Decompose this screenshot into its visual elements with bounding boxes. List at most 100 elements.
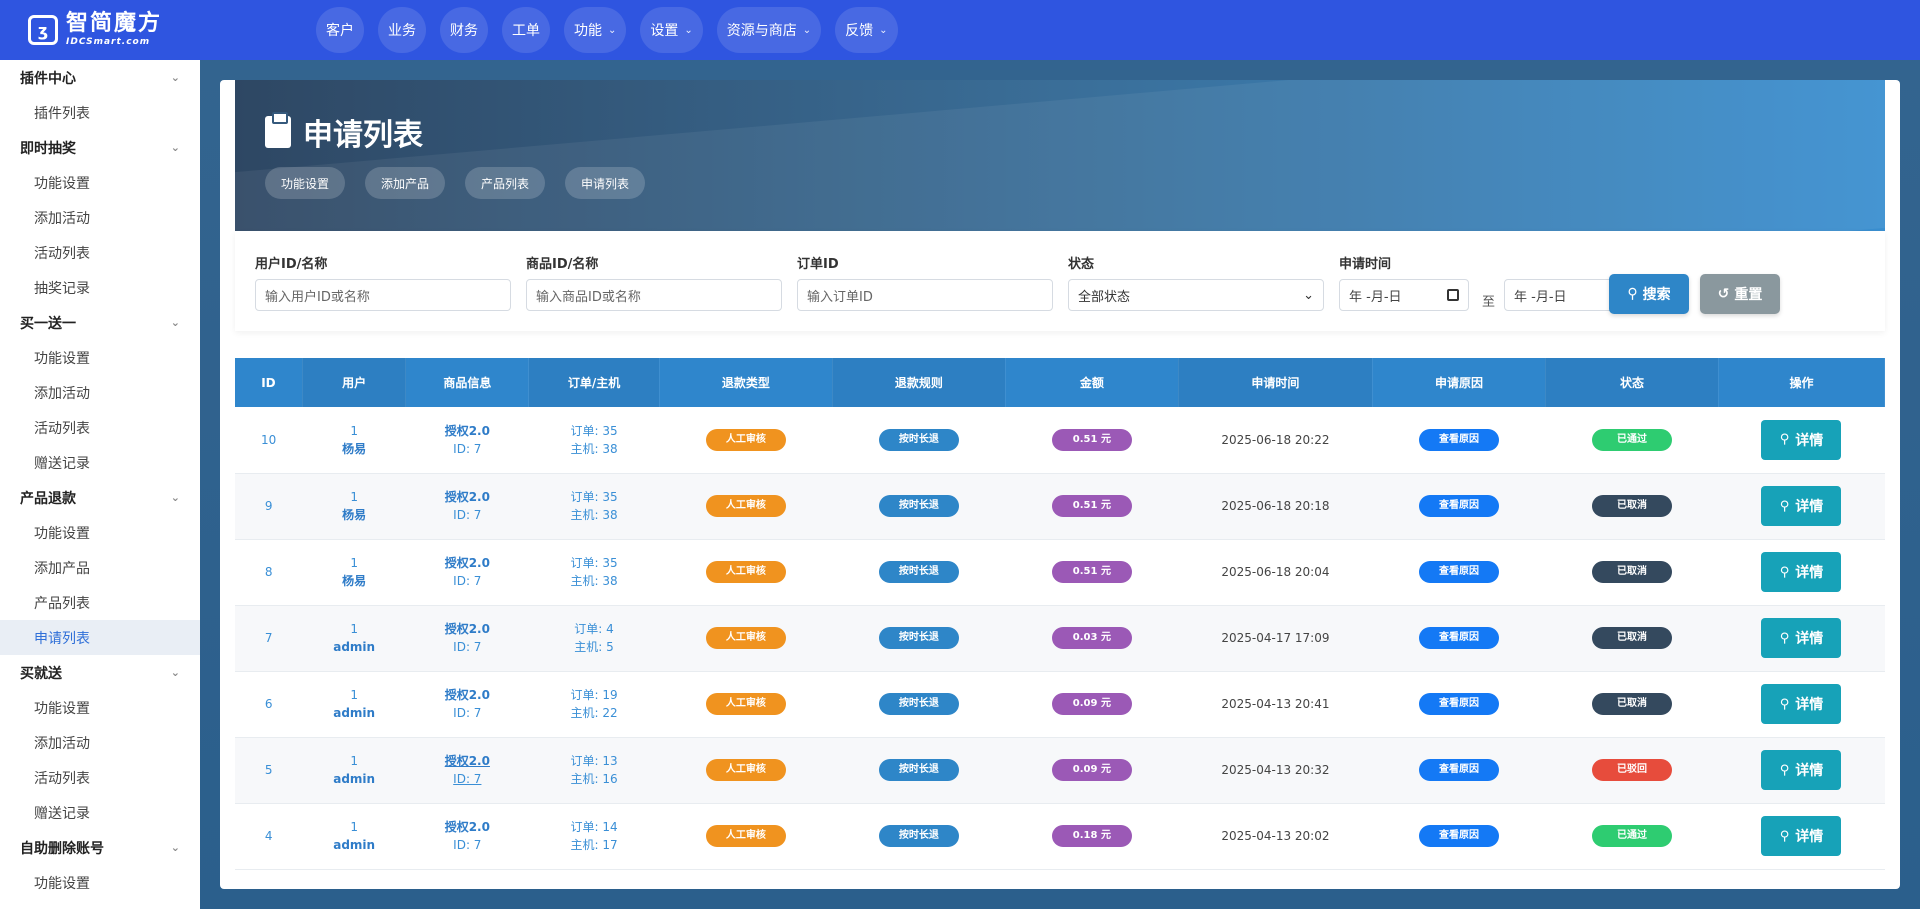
product-id-link[interactable]: ID: 7 <box>406 572 529 590</box>
view-reason-button[interactable]: 查看原因 <box>1418 759 1499 781</box>
sidebar-item[interactable]: 产品列表 <box>0 585 200 620</box>
detail-button[interactable]: ⚲ 详情 <box>1761 750 1842 790</box>
detail-button[interactable]: ⚲ 详情 <box>1761 618 1842 658</box>
product-id-link[interactable]: ID: 7 <box>406 704 529 722</box>
page-tab[interactable]: 功能设置 <box>265 167 346 199</box>
sidebar-group[interactable]: 自助删除账号 ⌄ <box>0 830 200 865</box>
user-search-input[interactable]: 输入用户ID或名称 <box>255 279 511 311</box>
page-tab[interactable]: 添加产品 <box>365 167 446 199</box>
product-id-link[interactable]: ID: 7 <box>406 638 529 656</box>
sidebar-group[interactable]: 插件中心 ⌄ <box>0 60 200 95</box>
sidebar-item[interactable]: 活动列表 <box>0 760 200 795</box>
user-name-link[interactable]: 杨易 <box>302 572 406 590</box>
user-id-link[interactable]: 1 <box>302 488 406 506</box>
sidebar-item[interactable]: 功能设置 <box>0 165 200 200</box>
host-link[interactable]: 主机: 16 <box>529 770 660 788</box>
start-date-input[interactable]: 年 -月-日 <box>1339 279 1469 311</box>
sidebar-group[interactable]: 即时抽奖 ⌄ <box>0 130 200 165</box>
order-search-input[interactable]: 输入订单ID <box>797 279 1053 311</box>
sidebar-group[interactable]: 买就送 ⌄ <box>0 655 200 690</box>
product-id-link[interactable]: ID: 7 <box>406 440 529 458</box>
product-name-link[interactable]: 授权2.0 <box>406 620 529 638</box>
detail-button[interactable]: ⚲ 详情 <box>1761 419 1842 460</box>
user-id-link[interactable]: 1 <box>302 620 406 638</box>
host-link[interactable]: 主机: 22 <box>529 704 660 722</box>
sidebar-item[interactable]: 活动列表 <box>0 235 200 270</box>
product-name-link[interactable]: 授权2.0 <box>406 686 529 704</box>
sidebar-item[interactable]: 添加产品 <box>0 550 200 585</box>
order-link[interactable]: 订单: 35 <box>529 554 660 572</box>
nav-item-6[interactable]: 资源与商店 ⌄ <box>716 7 822 53</box>
sidebar-group[interactable]: 产品退款 ⌄ <box>0 480 200 515</box>
page-tab[interactable]: 申请列表 <box>565 167 646 199</box>
nav-item-2[interactable]: 财务 <box>440 7 488 53</box>
product-search-input[interactable]: 输入商品ID或名称 <box>526 279 782 311</box>
user-id-link[interactable]: 1 <box>302 752 406 770</box>
product-name-link[interactable]: 授权2.0 <box>406 554 529 572</box>
nav-item-5[interactable]: 设置 ⌄ <box>640 7 703 53</box>
product-id-link[interactable]: ID: 7 <box>406 770 529 788</box>
product-name-link[interactable]: 授权2.0 <box>406 422 529 440</box>
reset-button[interactable]: ↺ 重置 <box>1700 274 1780 314</box>
sidebar-item[interactable]: 申请列表 <box>0 620 200 655</box>
product-name-link[interactable]: 授权2.0 <box>406 488 529 506</box>
sidebar-group[interactable]: 买一送一 ⌄ <box>0 305 200 340</box>
search-button[interactable]: ⚲ 搜索 <box>1609 274 1689 314</box>
user-id-link[interactable]: 1 <box>302 686 406 704</box>
sidebar-item[interactable]: 添加活动 <box>0 725 200 760</box>
sidebar-item[interactable]: 功能设置 <box>0 865 200 900</box>
nav-item-0[interactable]: 客户 <box>316 7 364 53</box>
product-id-link[interactable]: ID: 7 <box>406 506 529 524</box>
sidebar-item[interactable]: 添加活动 <box>0 200 200 235</box>
user-name-link[interactable]: admin <box>302 770 406 788</box>
host-link[interactable]: 主机: 17 <box>529 836 660 854</box>
status-select[interactable]: 全部状态 ⌄ <box>1068 279 1324 311</box>
order-link[interactable]: 订单: 35 <box>529 422 660 440</box>
host-link[interactable]: 主机: 38 <box>529 506 660 524</box>
sidebar-item[interactable]: 添加活动 <box>0 375 200 410</box>
view-reason-button[interactable]: 查看原因 <box>1418 428 1499 451</box>
order-link[interactable]: 订单: 19 <box>529 686 660 704</box>
user-id-link[interactable]: 1 <box>302 818 406 836</box>
order-link[interactable]: 订单: 4 <box>529 620 660 638</box>
page-tab[interactable]: 产品列表 <box>465 167 546 199</box>
view-reason-button[interactable]: 查看原因 <box>1418 561 1499 583</box>
sidebar-item[interactable]: 功能设置 <box>0 340 200 375</box>
detail-button[interactable]: ⚲ 详情 <box>1761 552 1842 592</box>
sidebar-item[interactable]: 活动列表 <box>0 410 200 445</box>
user-name-link[interactable]: admin <box>302 704 406 722</box>
user-name-link[interactable]: 杨易 <box>302 506 406 524</box>
end-date-input[interactable]: 年 -月-日 <box>1504 279 1614 311</box>
user-name-link[interactable]: admin <box>302 638 406 656</box>
sidebar-item[interactable]: 功能设置 <box>0 515 200 550</box>
detail-button[interactable]: ⚲ 详情 <box>1761 684 1842 724</box>
nav-item-3[interactable]: 工单 <box>502 7 550 53</box>
sidebar-item[interactable]: 插件列表 <box>0 95 200 130</box>
brand-logo[interactable]: ʒ 智简魔方 IDCSmart.com <box>0 0 200 60</box>
view-reason-button[interactable]: 查看原因 <box>1418 825 1499 847</box>
view-reason-button[interactable]: 查看原因 <box>1418 627 1499 649</box>
detail-button[interactable]: ⚲ 详情 <box>1761 486 1842 526</box>
sidebar-item[interactable]: 赠送记录 <box>0 445 200 480</box>
nav-item-7[interactable]: 反馈 ⌄ <box>835 7 898 53</box>
user-name-link[interactable]: 杨易 <box>302 440 406 458</box>
sidebar-item[interactable]: 抽奖记录 <box>0 270 200 305</box>
user-name-link[interactable]: admin <box>302 836 406 854</box>
user-id-link[interactable]: 1 <box>302 422 406 440</box>
sidebar-item[interactable]: 功能设置 <box>0 690 200 725</box>
detail-button[interactable]: ⚲ 详情 <box>1761 816 1842 856</box>
user-id-link[interactable]: 1 <box>302 554 406 572</box>
view-reason-button[interactable]: 查看原因 <box>1418 495 1499 517</box>
product-name-link[interactable]: 授权2.0 <box>406 818 529 836</box>
order-link[interactable]: 订单: 14 <box>529 818 660 836</box>
product-id-link[interactable]: ID: 7 <box>406 836 529 854</box>
calendar-icon[interactable] <box>1447 289 1459 301</box>
host-link[interactable]: 主机: 5 <box>529 638 660 656</box>
product-name-link[interactable]: 授权2.0 <box>406 752 529 770</box>
host-link[interactable]: 主机: 38 <box>529 440 660 458</box>
view-reason-button[interactable]: 查看原因 <box>1418 693 1499 715</box>
order-link[interactable]: 订单: 13 <box>529 752 660 770</box>
sidebar-item[interactable]: 赠送记录 <box>0 795 200 830</box>
nav-item-4[interactable]: 功能 ⌄ <box>564 7 627 53</box>
host-link[interactable]: 主机: 38 <box>529 572 660 590</box>
